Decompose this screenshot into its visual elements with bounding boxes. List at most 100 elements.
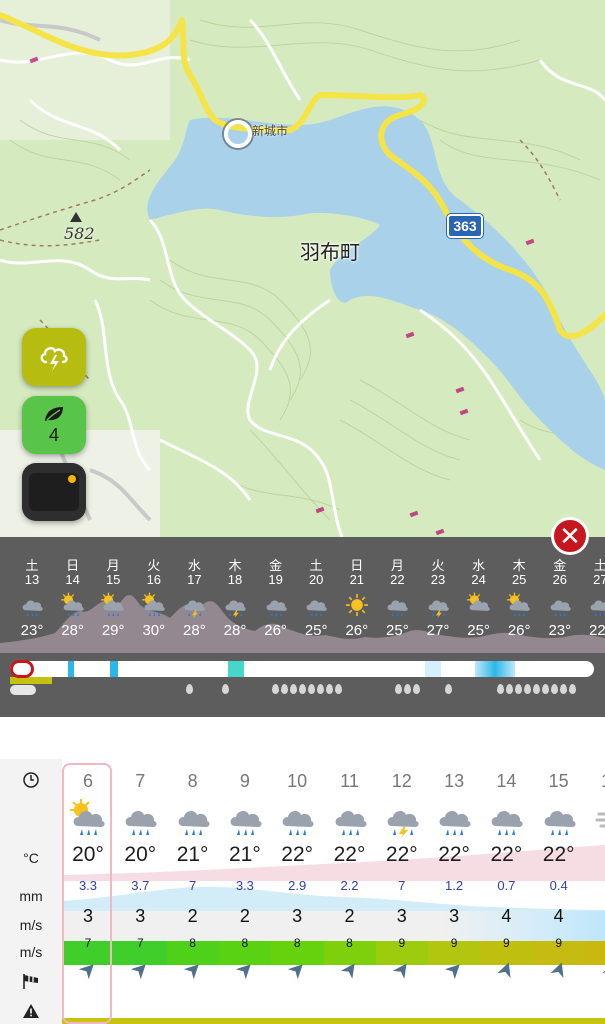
wind-direction-arrow-icon: [533, 955, 585, 985]
hour-label: 6: [82, 771, 93, 791]
rain-drop-icon: [317, 684, 324, 694]
direction-row-label: [0, 972, 62, 993]
hour-column[interactable]: 11 22° 2.2 2 8: [324, 759, 376, 985]
day-number: 24: [471, 572, 486, 587]
radar-preview-button[interactable]: [22, 463, 86, 521]
day-temperature: 30°: [142, 622, 166, 639]
hour-label: 14: [496, 771, 517, 791]
day-temperature: 28°: [223, 622, 247, 639]
hour-label: 10: [287, 771, 308, 791]
day-column[interactable]: 土27 22°: [580, 555, 605, 639]
hour-temperature: 21°: [229, 843, 261, 866]
day-temperature: 28°: [61, 622, 84, 639]
app-root: 新城市 羽布町 582 363 4 土1323°日1428°月15: [0, 0, 605, 1024]
day-temperature: 28°: [183, 622, 206, 639]
hour-wind-speed: 3: [449, 906, 460, 926]
rain-drop-icon: [290, 684, 297, 694]
hour-temperature: 22°: [281, 843, 314, 866]
hour-label: 13: [444, 771, 465, 791]
rain-icon: [533, 797, 585, 839]
daily-forecast-strip[interactable]: 土 13 23° 日 14 28° 月 15 29° 火 16 30° 水 17 28° 木 18 28° 金 19 2…: [0, 537, 605, 717]
hour-wind-speed: 3: [292, 906, 303, 926]
day-column[interactable]: 日 21 26°: [337, 555, 377, 639]
rain-icon: [167, 797, 219, 839]
rain-drop-icon: [506, 684, 513, 694]
hour-wind-gust: 9: [503, 936, 510, 950]
leaf-icon: [45, 406, 63, 421]
hour-column[interactable]: 15 22° 0.4 4 9: [533, 759, 585, 985]
rain-drop-icon: [560, 684, 567, 694]
hour-column[interactable]: 9 21° 3.3 2 8: [219, 759, 271, 985]
storm-layer-button[interactable]: [22, 328, 86, 386]
rain-slot: [228, 661, 244, 677]
thunder-icon: [418, 590, 458, 620]
hour-wind-gust: 8: [189, 936, 196, 950]
hour-temperature: 20°: [72, 843, 104, 866]
day-column[interactable]: 火 16 30°: [134, 555, 174, 639]
day-of-week: 金: [269, 558, 283, 573]
sun-cloud-icon: [459, 590, 499, 620]
hour-column[interactable]: 6 20° 3.3 3 7: [62, 759, 114, 985]
day-number: 18: [227, 572, 243, 587]
day-column[interactable]: 水 24 25°: [459, 555, 499, 639]
day-temperature: 22°: [589, 622, 605, 639]
hour-temperature: 2: [585, 839, 605, 871]
hour-label: 8: [187, 771, 198, 791]
current-location-marker[interactable]: [224, 120, 252, 148]
hour-temperature: 22°: [490, 843, 523, 866]
day-temperature: 26°: [264, 622, 287, 639]
day-temperature: 25°: [386, 622, 409, 639]
hour-temperature: 22°: [333, 843, 366, 866]
hour-column[interactable]: 16 2: [585, 759, 605, 985]
timeline-current-marker[interactable]: [10, 660, 34, 678]
hour-column[interactable]: 13 22° 1.2 3 9: [428, 759, 480, 985]
rain-drop-icon: [497, 684, 504, 694]
hour-precipitation: [585, 871, 605, 901]
day-column[interactable]: 土 13 23°: [12, 555, 52, 639]
time-row-label: [0, 771, 62, 792]
day-column[interactable]: 木 25 26°: [499, 555, 539, 639]
day-column[interactable]: 水 17 28°: [174, 555, 214, 639]
map-view[interactable]: 新城市 羽布町 582 363 4: [0, 0, 605, 545]
wind-direction-arrow-icon: [114, 955, 166, 985]
hour-label: 16: [585, 759, 605, 797]
hour-label: 7: [135, 771, 146, 791]
close-button[interactable]: ✕: [551, 517, 589, 555]
hour-precipitation: 2.2: [340, 878, 359, 893]
hour-label: 11: [340, 771, 359, 791]
rain-drop-icon: [299, 684, 306, 694]
day-column[interactable]: 金 19 26°: [256, 555, 296, 639]
rain-icon: [377, 590, 417, 620]
day-of-week: 水: [187, 558, 201, 573]
day-column[interactable]: 木 18 28°: [215, 555, 255, 639]
day-column[interactable]: 火 23 27°: [418, 555, 458, 639]
rain-drop-icon: [326, 684, 333, 694]
day-number: 15: [105, 572, 121, 587]
day-column[interactable]: 月 15 29°: [93, 555, 133, 639]
rain-drops-row: [0, 684, 605, 700]
day-column[interactable]: 土 20 25°: [296, 555, 336, 639]
air-quality-button[interactable]: 4: [22, 396, 86, 454]
hour-temperature: 21°: [176, 843, 209, 866]
hour-precipitation: 0.4: [549, 878, 568, 893]
wind-direction-arrow-icon: [428, 955, 480, 985]
hour-column[interactable]: 12 22° 7 3 9: [376, 759, 428, 985]
day-number: 21: [349, 572, 365, 587]
rain-drop-icon: [533, 684, 540, 694]
day-column[interactable]: 月 22 25°: [377, 555, 417, 639]
hour-column[interactable]: 10 22° 2.9 3 8: [271, 759, 323, 985]
day-column[interactable]: 日 14 28°: [53, 555, 93, 639]
day-column[interactable]: 金 26 23°: [540, 555, 580, 639]
rain-slot: [68, 661, 74, 677]
hour-column[interactable]: 7 20° 3.7 3 7: [114, 759, 166, 985]
hour-column[interactable]: 14 22° 0.7 4 9: [480, 759, 532, 985]
rain-timeline-bar[interactable]: [10, 661, 594, 677]
hour-column[interactable]: 8 21° 7 2 8: [167, 759, 219, 985]
hour-wind-speed: 2: [187, 906, 198, 926]
hour-wind-speed: 2: [344, 906, 355, 926]
rain-drop-icon: [569, 684, 576, 694]
air-quality-count: 4: [48, 424, 59, 445]
hour-precipitation: 1.2: [445, 878, 464, 893]
place-label: 新城市: [252, 124, 289, 138]
day-temperature: 25°: [304, 622, 328, 639]
